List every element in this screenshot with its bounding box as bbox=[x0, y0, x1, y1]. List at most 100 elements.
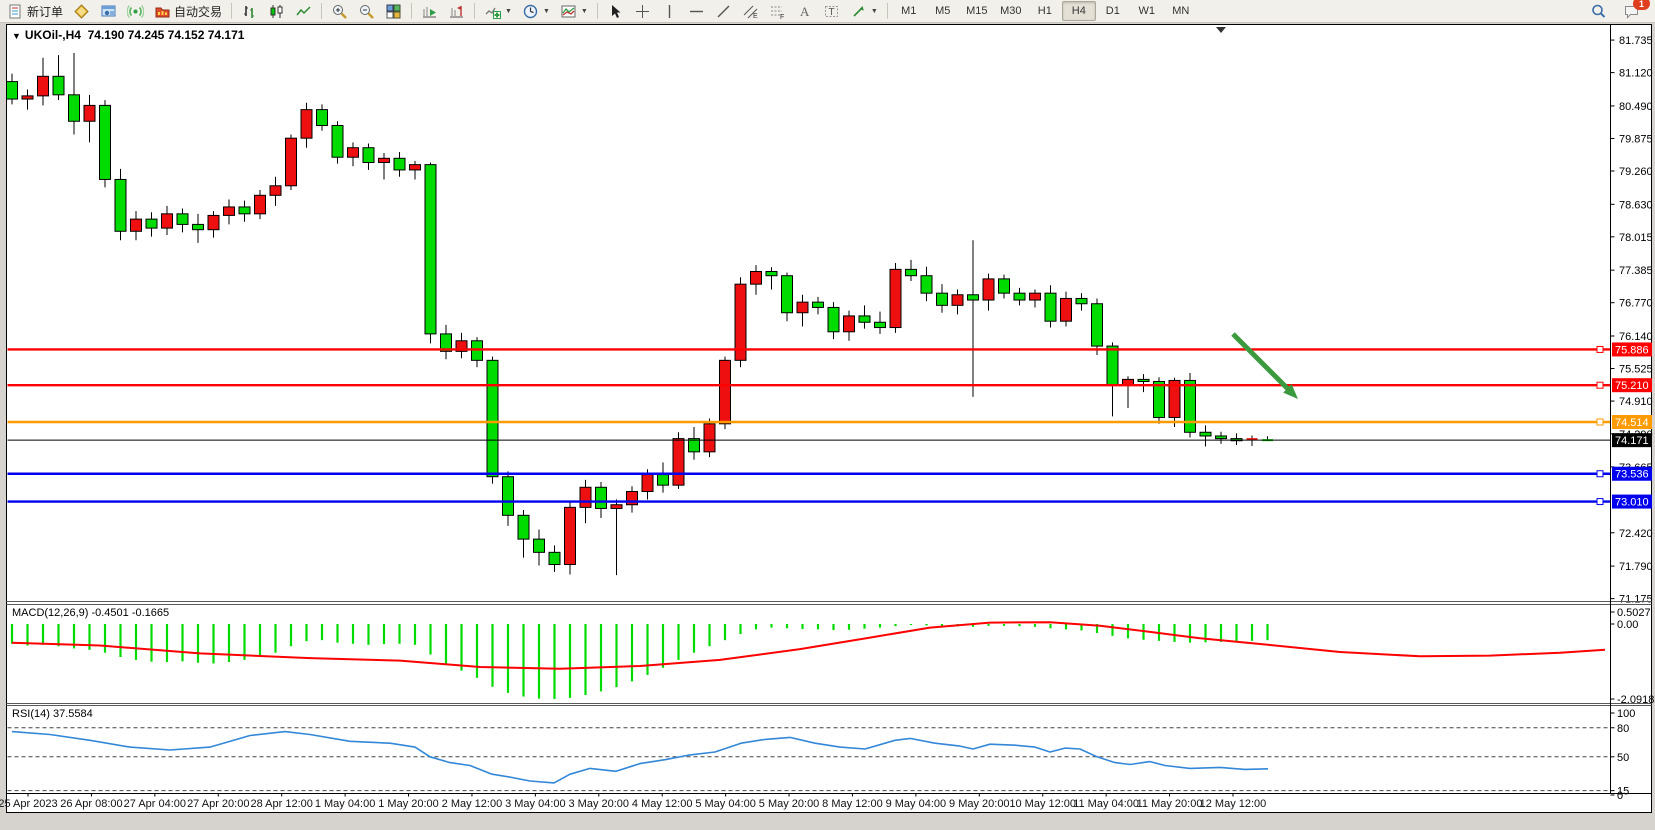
current-price-label: 74.171 bbox=[1615, 435, 1649, 447]
candle-body bbox=[270, 186, 281, 196]
candle-body bbox=[394, 158, 405, 170]
line-handle[interactable] bbox=[1597, 419, 1603, 425]
chart-area[interactable]: 81.73581.12080.49079.87579.26078.63078.0… bbox=[0, 0, 1655, 825]
candle-body bbox=[348, 148, 359, 158]
candle-body bbox=[720, 360, 731, 423]
macd-axis-tick-label: 0.5027 bbox=[1617, 607, 1651, 619]
candle-body bbox=[1200, 432, 1211, 436]
candle-body bbox=[782, 276, 793, 313]
chart-window-frame bbox=[7, 25, 1652, 813]
line-handle[interactable] bbox=[1597, 499, 1603, 505]
candle-body bbox=[301, 110, 312, 139]
candle-body bbox=[1076, 298, 1087, 303]
time-axis-label: 28 Apr 12:00 bbox=[250, 798, 312, 810]
candle-body bbox=[131, 219, 142, 231]
candle-body bbox=[255, 195, 266, 214]
candle-body bbox=[1061, 298, 1072, 321]
time-axis-label: 12 May 12:00 bbox=[1200, 798, 1267, 810]
candle-body bbox=[611, 505, 622, 509]
candle-body bbox=[983, 279, 994, 300]
time-axis-label: 11 May 04:00 bbox=[1073, 798, 1139, 810]
candle-body bbox=[751, 271, 762, 284]
candle-body bbox=[487, 360, 498, 476]
rsi-axis-tick-label: 80 bbox=[1617, 723, 1629, 735]
price-axis-tick-label: 71.790 bbox=[1619, 561, 1653, 573]
macd-axis-tick-label: -2.0918 bbox=[1617, 694, 1654, 706]
rsi-indicator-label: RSI(14) 37.5584 bbox=[12, 708, 93, 720]
price-line-label: 73.536 bbox=[1615, 469, 1649, 481]
candle-body bbox=[410, 165, 421, 170]
candle-body bbox=[162, 214, 173, 228]
rsi-axis-tick-label: 50 bbox=[1617, 752, 1629, 764]
time-axis-label: 25 Apr 2023 bbox=[0, 798, 58, 810]
candle-body bbox=[999, 279, 1010, 293]
time-axis-label: 1 May 04:00 bbox=[315, 798, 376, 810]
candle-body bbox=[844, 316, 855, 332]
candle-body bbox=[1107, 346, 1118, 385]
candle-body bbox=[286, 138, 297, 186]
time-axis-label: 3 May 04:00 bbox=[505, 798, 566, 810]
rsi-axis-tick-label: 0 bbox=[1617, 790, 1623, 802]
price-axis-tick-label: 78.630 bbox=[1619, 199, 1653, 211]
macd-indicator-label: MACD(12,26,9) -0.4501 -0.1665 bbox=[12, 607, 169, 619]
chart-symbol-period: UKOil-,H4 bbox=[25, 28, 81, 42]
line-handle[interactable] bbox=[1597, 346, 1603, 352]
symbol-dropdown-icon[interactable]: ▼ bbox=[12, 31, 21, 41]
candle-body bbox=[921, 276, 932, 293]
candle-body bbox=[875, 322, 886, 327]
price-axis-tick-label: 75.525 bbox=[1619, 364, 1653, 376]
candle-body bbox=[84, 105, 95, 121]
candle-body bbox=[565, 507, 576, 564]
macd-axis-tick-label: 0.00 bbox=[1617, 619, 1638, 631]
time-axis-label: 5 May 20:00 bbox=[759, 798, 820, 810]
price-axis-tick-label: 71.175 bbox=[1619, 594, 1653, 606]
candle-body bbox=[239, 207, 250, 214]
price-line-label: 75.210 bbox=[1615, 380, 1649, 392]
candle-body bbox=[53, 76, 64, 95]
price-axis-tick-label: 72.420 bbox=[1619, 528, 1653, 540]
candle-body bbox=[1014, 293, 1025, 300]
line-handle[interactable] bbox=[1597, 382, 1603, 388]
candle-body bbox=[317, 110, 328, 126]
candle-body bbox=[146, 219, 157, 228]
price-line-label: 74.514 bbox=[1615, 417, 1649, 429]
line-handle[interactable] bbox=[1597, 471, 1603, 477]
candle-body bbox=[22, 96, 33, 99]
price-axis-tick-label: 81.120 bbox=[1619, 68, 1653, 80]
chart-ohlc-quote: 74.190 74.245 74.152 74.171 bbox=[88, 28, 245, 42]
candle-body bbox=[704, 424, 715, 452]
candle-body bbox=[937, 293, 948, 305]
candle-body bbox=[797, 302, 808, 313]
time-axis-label: 3 May 20:00 bbox=[569, 798, 630, 810]
candle-body bbox=[38, 76, 49, 96]
candle-body bbox=[658, 475, 669, 486]
chart-title: ▼ UKOil-,H4 74.190 74.245 74.152 74.171 bbox=[12, 28, 244, 42]
candle-body bbox=[1045, 293, 1056, 321]
candle-body bbox=[813, 302, 824, 307]
price-axis-tick-label: 80.490 bbox=[1619, 101, 1653, 113]
rsi-axis-tick-label: 100 bbox=[1617, 708, 1635, 720]
time-axis-label: 8 May 12:00 bbox=[822, 798, 883, 810]
time-axis-label: 10 May 12:00 bbox=[1009, 798, 1076, 810]
candle-body bbox=[518, 515, 529, 539]
time-axis-label: 9 May 20:00 bbox=[949, 798, 1010, 810]
price-axis-tick-label: 76.770 bbox=[1619, 298, 1653, 310]
candle-body bbox=[379, 158, 390, 162]
candle-body bbox=[859, 316, 870, 322]
candle-body bbox=[968, 295, 979, 300]
time-axis-label: 11 May 20:00 bbox=[1137, 798, 1203, 810]
price-axis-tick-label: 78.015 bbox=[1619, 232, 1653, 244]
time-axis-label: 27 Apr 04:00 bbox=[124, 798, 186, 810]
time-axis-label: 26 Apr 08:00 bbox=[60, 798, 122, 810]
candle-body bbox=[100, 105, 111, 179]
time-axis-label: 4 May 12:00 bbox=[632, 798, 693, 810]
candle-body bbox=[363, 148, 374, 163]
candle-body bbox=[596, 487, 607, 508]
candle-body bbox=[115, 179, 126, 231]
price-axis-tick-label: 79.875 bbox=[1619, 133, 1653, 145]
candle-body bbox=[952, 295, 963, 306]
candle-body bbox=[890, 269, 901, 327]
candle-body bbox=[224, 207, 235, 215]
candle-body bbox=[766, 271, 777, 275]
candle-body bbox=[906, 269, 917, 275]
